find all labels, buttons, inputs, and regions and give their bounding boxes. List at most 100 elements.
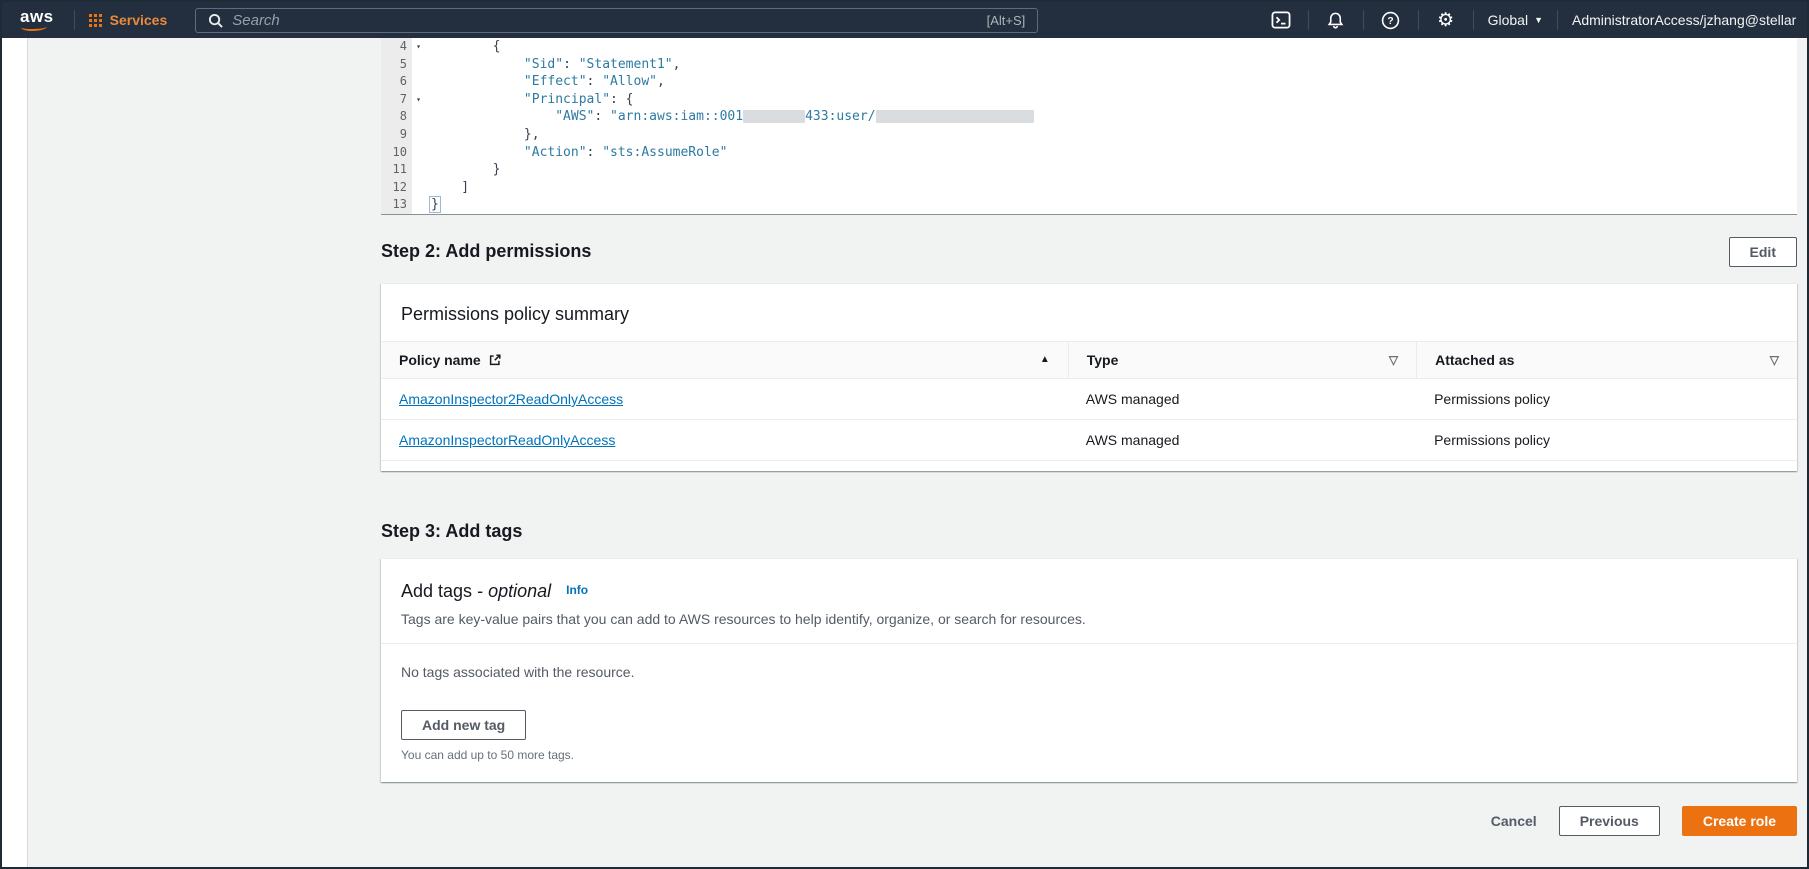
cloudshell-terminal-icon [1271, 11, 1291, 29]
services-label: Services [109, 12, 168, 28]
help-question-icon: ? [1381, 11, 1400, 29]
table-row: AmazonInspectorReadOnlyAccess AWS manage… [381, 420, 1797, 461]
policy-attached-as-cell: Permissions policy [1434, 390, 1551, 407]
sort-ascending-icon[interactable]: ▲ [1040, 354, 1050, 365]
code-text: "Sid": "Statement1", [523, 56, 681, 72]
code-text: ] [430, 179, 470, 195]
topbar-divider [1557, 10, 1558, 30]
no-tags-message: No tags associated with the resource. [401, 663, 635, 680]
add-new-tag-button[interactable]: Add new tag [401, 709, 527, 740]
filter-icon[interactable]: ▽ [1770, 353, 1779, 367]
code-text: { [430, 39, 501, 54]
code-text: "AWS": "arn:aws:iam::001 433:user/ [425, 108, 1034, 126]
filter-icon[interactable]: ▽ [1389, 353, 1398, 367]
create-role-button[interactable]: Create role [1681, 805, 1797, 836]
cloudshell-button[interactable] [1268, 11, 1294, 29]
step2-header-row: Step 2: Add permissions Edit [381, 236, 1797, 267]
code-text: "Action": "sts:AssumeRole" [523, 144, 728, 160]
step3-title: Step 3: Add tags [381, 520, 523, 541]
notifications-button[interactable] [1323, 11, 1349, 30]
help-button[interactable]: ? [1378, 11, 1404, 30]
region-selector[interactable]: Global ▼ [1488, 12, 1543, 28]
main-content: 4 ▾ {5 "Sid": "Statement1", 6 "Effect": "A… [381, 38, 1797, 836]
code-text: } [425, 196, 441, 214]
region-label: Global [1487, 12, 1529, 28]
add-tags-title: Add tags - optional Info [401, 580, 589, 601]
fold-gutter [412, 125, 425, 144]
chevron-down-icon: ▼ [1534, 15, 1543, 25]
fold-gutter [412, 55, 425, 74]
add-tags-card: Add tags - optional Info Tags are key-va… [381, 557, 1797, 782]
fold-gutter [412, 161, 425, 179]
trust-policy-json-editor[interactable]: 4 ▾ {5 "Sid": "Statement1", 6 "Effect": "A… [381, 38, 1797, 215]
fold-gutter [412, 73, 425, 91]
add-tags-description: Tags are key-value pairs that you can ad… [401, 610, 1086, 627]
code-text: "Principal": { [523, 91, 634, 107]
code-lines: 4 ▾ {5 "Sid": "Statement1", 6 "Effect": "A… [381, 38, 1797, 214]
svg-text:?: ? [1387, 16, 1393, 27]
settings-button[interactable]: ⚙ [1433, 11, 1459, 30]
optional-label: optional [488, 580, 552, 601]
code-line[interactable]: 4 ▾ { [381, 38, 1797, 56]
line-number: 5 [381, 55, 412, 74]
services-menu-button[interactable]: Services [88, 12, 168, 28]
table-row: AmazonInspector2ReadOnlyAccess AWS manag… [381, 379, 1797, 420]
code-line[interactable]: 5 "Sid": "Statement1", [381, 55, 1797, 74]
topbar-divider [1472, 10, 1474, 30]
topbar-divider [73, 10, 75, 30]
search-shortcut-hint: [Alt+S] [986, 12, 1026, 28]
code-line[interactable]: 7 ▾ "Principal": { [381, 90, 1797, 109]
code-text: }, [430, 126, 540, 142]
code-text: "Effect": "Allow", [523, 74, 665, 90]
fold-gutter [412, 143, 425, 162]
topbar: aws Services [Alt+S] ? ⚙ Global ▼ Admini… [2, 2, 1807, 38]
fold-gutter [412, 178, 425, 197]
search-box[interactable]: [Alt+S] [195, 7, 1039, 33]
aws-logo[interactable]: aws [18, 7, 60, 33]
wizard-footer-actions: Cancel Previous Create role [381, 805, 1797, 836]
cancel-button[interactable]: Cancel [1491, 813, 1537, 829]
policy-table-header: Policy name ▲ Type ▽ Attached as ▽ [381, 340, 1797, 379]
line-number: 8 [381, 108, 412, 126]
code-line[interactable]: 13} [381, 196, 1797, 214]
line-number: 10 [381, 143, 412, 162]
permissions-card-title: Permissions policy summary [401, 303, 630, 324]
line-number: 6 [381, 73, 412, 91]
attached-as-column-label: Attached as [1435, 351, 1515, 368]
add-tags-card-body: No tags associated with the resource. Ad… [381, 644, 1797, 782]
policy-link[interactable]: AmazonInspector2ReadOnlyAccess [399, 391, 623, 407]
code-line[interactable]: 11 } [381, 161, 1797, 179]
code-line[interactable]: 9 }, [381, 125, 1797, 144]
info-link[interactable]: Info [566, 583, 588, 597]
edit-permissions-button[interactable]: Edit [1728, 236, 1797, 267]
collapsed-side-panel [2, 38, 28, 867]
fold-gutter [412, 108, 425, 126]
code-line[interactable]: 8 "AWS": "arn:aws:iam::001 433:user/ [381, 108, 1797, 126]
code-line[interactable]: 12 ] [381, 178, 1797, 197]
step2-title: Step 2: Add permissions [381, 241, 592, 262]
column-header-type[interactable]: Type ▽ [1067, 341, 1416, 378]
services-grid-icon [88, 13, 102, 27]
policy-type-cell: AWS managed [1085, 431, 1180, 448]
code-text: } [430, 162, 501, 178]
line-number: 4 [381, 38, 412, 56]
column-header-policy-name[interactable]: Policy name ▲ [381, 342, 1068, 378]
topbar-divider [1307, 10, 1309, 30]
fold-caret-icon[interactable]: ▾ [412, 90, 425, 109]
code-line[interactable]: 10 "Action": "sts:AssumeRole" [381, 143, 1797, 162]
policy-type-cell: AWS managed [1085, 390, 1180, 407]
search-input[interactable] [232, 11, 977, 29]
line-number: 7 [381, 90, 412, 109]
code-line[interactable]: 6 "Effect": "Allow", [381, 73, 1797, 91]
policy-link[interactable]: AmazonInspectorReadOnlyAccess [399, 432, 615, 448]
aws-console-page: { "topbar": { "logo_text": "aws", "servi… [0, 0, 1809, 869]
line-number: 11 [381, 161, 412, 179]
column-header-attached-as[interactable]: Attached as ▽ [1416, 341, 1797, 378]
aws-smile-swoosh [21, 23, 47, 31]
policy-attached-as-cell: Permissions policy [1434, 431, 1551, 448]
previous-button[interactable]: Previous [1558, 805, 1660, 836]
fold-caret-icon[interactable]: ▾ [412, 38, 425, 56]
account-menu[interactable]: AdministratorAccess/jzhang@stellar [1572, 12, 1807, 28]
type-column-label: Type [1086, 351, 1119, 368]
redacted-text [743, 110, 806, 124]
